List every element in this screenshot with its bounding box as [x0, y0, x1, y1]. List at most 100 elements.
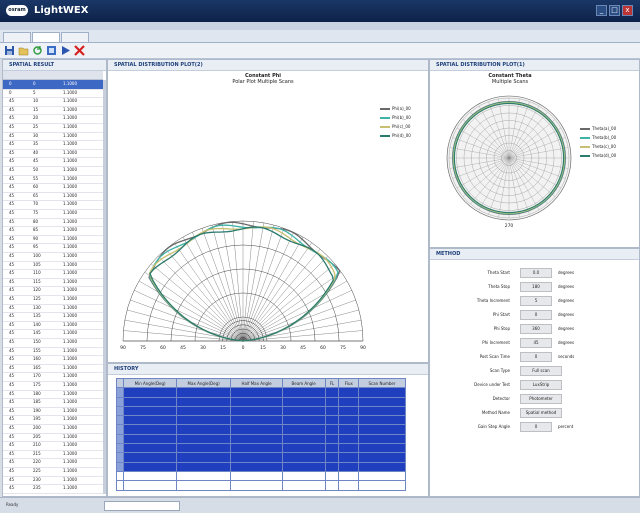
method-row: Theta Start 0.0 degrees [430, 267, 635, 279]
method-unit: seconds [558, 354, 575, 359]
history-cell [324, 461, 340, 472]
history-cell [281, 480, 326, 491]
history-column-header[interactable]: Max Angle(Deg) [175, 377, 232, 389]
history-cell [281, 405, 326, 417]
result-cell: 185 [33, 399, 41, 405]
method-value-field[interactable]: LuxStrip [520, 380, 562, 390]
method-value-field[interactable]: 0 [520, 310, 552, 320]
chart-subtitle: Polar Plot Multiple Scans [232, 79, 294, 85]
play-icon[interactable] [60, 45, 71, 56]
legend-entry: Theta(c)_00 [580, 144, 616, 149]
result-cell: 1.1000 [63, 296, 77, 301]
method-value-field[interactable]: 5 [520, 296, 552, 306]
history-row[interactable] [115, 452, 407, 463]
history-cell [338, 480, 359, 491]
polar-tick-label: 90 [360, 345, 366, 351]
result-row[interactable]: 45 240 1.1000 [3, 493, 103, 495]
history-cell [357, 452, 407, 463]
history-row[interactable] [115, 396, 407, 407]
tab-home[interactable] [3, 32, 31, 42]
history-cell [175, 387, 232, 398]
result-cell: 10 [33, 98, 39, 104]
method-row: Post Scan Time 0 seconds [430, 351, 635, 363]
app-logo: osram [6, 5, 28, 16]
method-label: Device under Test [474, 382, 510, 387]
method-value-field[interactable]: 0 [520, 422, 552, 432]
polar-tick-label: 75 [340, 345, 346, 351]
method-value-field[interactable]: 0 [520, 352, 552, 362]
history-cell [175, 415, 232, 426]
result-cell: 45 [9, 149, 15, 155]
method-value-field[interactable]: Full scan [520, 366, 562, 376]
close-icon[interactable] [74, 45, 85, 56]
history-row[interactable] [115, 415, 407, 426]
result-cell: 85 [33, 227, 39, 233]
theta-legend: Theta(a)_00 Theta(b)_00 Theta(c)_00 Theta(d… [580, 126, 636, 186]
result-cell: 45 [33, 158, 39, 164]
result-cell: 45 [9, 399, 15, 405]
tab-measure[interactable] [32, 32, 60, 42]
result-cell: 1.1000 [63, 124, 77, 129]
save-icon[interactable] [4, 45, 15, 56]
result-cell: 45 [9, 476, 15, 482]
history-row[interactable] [115, 480, 407, 491]
result-cell: 240 [33, 493, 41, 495]
history-column-header[interactable]: Half Max Angle [230, 377, 283, 389]
result-cell: 45 [9, 296, 15, 301]
method-value-field[interactable]: 180 [520, 282, 552, 292]
minimize-button[interactable]: _ [596, 5, 607, 16]
history-row[interactable] [115, 461, 407, 472]
result-cell: 30 [33, 132, 39, 138]
history-row[interactable] [115, 424, 407, 435]
method-value-field[interactable]: 45 [520, 338, 552, 348]
method-value-field[interactable]: 360 [520, 324, 552, 334]
result-cell: 1.1000 [63, 98, 77, 104]
export-icon[interactable] [46, 45, 57, 56]
method-form: Theta Start 0.0 degrees Theta Stop 180 degree… [430, 267, 639, 467]
legend-entry: Theta(d)_00 [580, 153, 616, 158]
method-value-field[interactable]: Photometer [520, 394, 562, 404]
result-cell: 45 [9, 425, 15, 430]
history-table: Min Angle(Deg) Max Angle(Deg) Half Max Ang… [115, 377, 407, 491]
history-row[interactable] [115, 470, 407, 482]
result-cell: 45 [9, 98, 15, 104]
maximize-button[interactable]: □ [609, 5, 620, 16]
result-cell: 180 [33, 390, 41, 396]
history-row[interactable] [115, 405, 407, 417]
refresh-icon[interactable] [32, 45, 43, 56]
history-row[interactable] [115, 443, 407, 454]
result-cell: 1.1000 [63, 115, 77, 121]
result-cell: 1.1000 [63, 321, 77, 327]
status-input[interactable] [104, 501, 180, 511]
history-column-header[interactable]: Scan Number [357, 377, 407, 389]
result-cell: 45 [9, 244, 15, 250]
tab-view[interactable] [61, 32, 89, 42]
history-row[interactable] [115, 387, 407, 398]
history-column-header[interactable]: FL [324, 377, 340, 389]
method-label: Theta Stop [488, 284, 510, 289]
history-column-header[interactable]: Min Angle(Deg) [123, 377, 177, 389]
method-value-field[interactable]: 0.0 [520, 268, 552, 278]
history-column-header[interactable] [115, 377, 125, 389]
application-window: osram LightWEX _ □ x SPATIAL RESULT 0 0 1.… [0, 0, 640, 513]
result-scrollbar[interactable] [103, 80, 106, 494]
history-row[interactable] [115, 433, 407, 445]
history-column-header[interactable]: Flux [338, 377, 359, 389]
result-cell: 45 [9, 192, 15, 198]
theta-chart-subtitle: Multiple Scans [491, 79, 529, 85]
result-cell: 155 [33, 347, 41, 353]
polar-tick-label: 90 [120, 345, 126, 351]
legend-swatch [380, 117, 390, 119]
method-unit: degrees [558, 284, 575, 289]
history-cell [230, 405, 283, 417]
close-window-button[interactable]: x [622, 5, 633, 16]
result-cell: 230 [33, 476, 41, 482]
phi-legend: Phi(a)_00 Phi(b)_00 Phi(c)_00 Phi(d)_00 [380, 106, 426, 166]
result-cell: 1.1000 [63, 89, 77, 95]
history-cell [338, 396, 359, 407]
open-icon[interactable] [18, 45, 29, 56]
history-title: HISTORY [108, 364, 428, 375]
method-value-field[interactable]: Spatial method [520, 408, 562, 418]
history-column-header[interactable]: Beam Angle [281, 377, 326, 389]
result-cell: 1.1000 [63, 382, 77, 387]
